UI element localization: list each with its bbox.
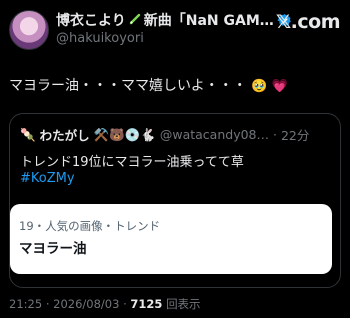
avatar[interactable]: [9, 10, 49, 50]
trend-title: マヨラー油: [19, 241, 87, 257]
pen-icon: [129, 13, 141, 28]
quote-dot: ·: [273, 127, 277, 142]
tweet-footer: 21:25 · 2026/08/03 · 7125 回表示: [9, 296, 201, 312]
tweet-text: マヨラー油・・・ママ嬉しいよ・・・ 🥹 💗: [9, 75, 288, 95]
quote-author-handle[interactable]: @watacandy08…: [160, 127, 269, 142]
view-count-label: 回表示: [166, 297, 201, 311]
tweet-text-content: マヨラー油・・・ママ嬉しいよ・・・: [9, 78, 247, 94]
author-handle[interactable]: @hakuikoyori: [56, 31, 144, 46]
quote-author-emojis: ⚒️🐻💿🐇: [93, 126, 156, 142]
quoted-tweet[interactable]: 🍡 わたがし ⚒️🐻💿🐇 @watacandy08… · 22分 トレンド19位…: [9, 113, 341, 288]
heart-emoji: 💗: [271, 79, 289, 94]
trend-card[interactable]: 19・人気の画像・トレンド マヨラー油: [10, 204, 332, 274]
teary-face-emoji: 🥹: [251, 79, 268, 94]
tweet-date[interactable]: 2026/08/03: [53, 297, 119, 311]
author-name-suffix: 新曲「NaN GAM…: [143, 13, 274, 29]
quote-author-name[interactable]: わたがし: [40, 125, 90, 144]
author-name[interactable]: 博衣こより: [56, 10, 126, 30]
footer-dot-1: ·: [45, 297, 50, 311]
quote-text: トレンド19位にマヨラー油乗ってて草: [20, 155, 244, 170]
quote-hashtag[interactable]: #KoZMy: [20, 171, 75, 186]
x-logo: 𝕏.com: [275, 11, 341, 33]
quote-time: 22分: [280, 128, 310, 143]
view-count: 7125: [130, 297, 163, 311]
quote-avatar-emoji: 🍡: [20, 126, 36, 142]
footer-dot-2: ·: [123, 297, 127, 311]
quote-header: 🍡 わたがし ⚒️🐻💿🐇 @watacandy08… · 22分: [20, 125, 332, 144]
trend-meta: 19・人気の画像・トレンド: [19, 219, 161, 233]
author-name-row[interactable]: 博衣こより 新曲「NaN GAM…: [56, 10, 292, 30]
tweet-time[interactable]: 21:25: [9, 297, 42, 311]
